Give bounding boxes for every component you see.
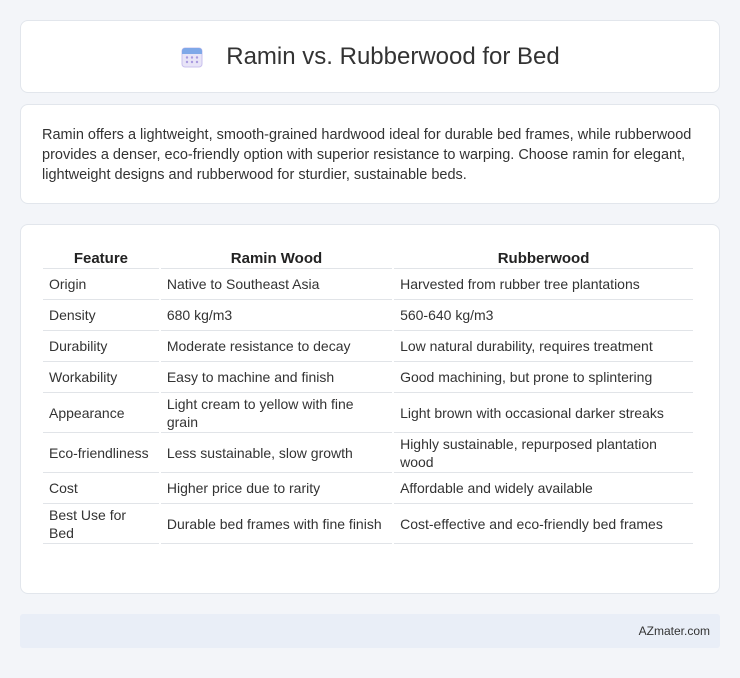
header-rubberwood: Rubberwood (394, 241, 693, 269)
rubberwood-cell: Harvested from rubber tree plantations (394, 269, 693, 300)
feature-cell: Workability (43, 362, 159, 393)
footer-brand: AZmater.com (638, 624, 710, 638)
header-card: Ramin vs. Rubberwood for Bed (20, 20, 720, 93)
calendar-icon (181, 47, 203, 67)
header-ramin: Ramin Wood (160, 241, 393, 269)
title-wrap: Ramin vs. Rubberwood for Bed (180, 43, 560, 71)
rubberwood-cell: 560-640 kg/m3 (394, 300, 693, 331)
page-title: Ramin vs. Rubberwood for Bed (226, 42, 560, 70)
ramin-cell: Light cream to yellow with fine grain (160, 393, 393, 433)
ramin-cell: Native to Southeast Asia (160, 269, 393, 300)
ramin-cell: 680 kg/m3 (160, 300, 393, 331)
feature-cell: Durability (43, 331, 159, 362)
table-row: Durability Moderate resistance to decay … (43, 331, 693, 362)
ramin-cell: Moderate resistance to decay (160, 331, 393, 362)
summary-card: Ramin offers a lightweight, smooth-grain… (20, 104, 720, 204)
ramin-cell: Higher price due to rarity (160, 473, 393, 504)
comparison-table: Feature Ramin Wood Rubberwood Origin Nat… (41, 241, 695, 544)
feature-cell: Origin (43, 269, 159, 300)
table-row: Appearance Light cream to yellow with fi… (43, 393, 693, 433)
table-row: Best Use for Bed Durable bed frames with… (43, 504, 693, 544)
rubberwood-cell: Cost-effective and eco-friendly bed fram… (394, 504, 693, 544)
rubberwood-cell: Low natural durability, requires treatme… (394, 331, 693, 362)
rubberwood-cell: Good machining, but prone to splintering (394, 362, 693, 393)
header-feature: Feature (43, 241, 159, 269)
feature-cell: Appearance (43, 393, 159, 433)
table-row: Density 680 kg/m3 560-640 kg/m3 (43, 300, 693, 331)
feature-cell: Best Use for Bed (43, 504, 159, 544)
table-header-row: Feature Ramin Wood Rubberwood (43, 241, 693, 269)
footer-bar: AZmater.com (20, 614, 720, 648)
table-row: Workability Easy to machine and finish G… (43, 362, 693, 393)
summary-text: Ramin offers a lightweight, smooth-grain… (42, 127, 692, 183)
table-row: Origin Native to Southeast Asia Harveste… (43, 269, 693, 300)
feature-cell: Cost (43, 473, 159, 504)
table-card: Feature Ramin Wood Rubberwood Origin Nat… (20, 224, 720, 594)
feature-cell: Eco-friendliness (43, 433, 159, 473)
rubberwood-cell: Highly sustainable, repurposed plantatio… (394, 433, 693, 473)
ramin-cell: Easy to machine and finish (160, 362, 393, 393)
table-row: Cost Higher price due to rarity Affordab… (43, 473, 693, 504)
rubberwood-cell: Affordable and widely available (394, 473, 693, 504)
feature-cell: Density (43, 300, 159, 331)
rubberwood-cell: Light brown with occasional darker strea… (394, 393, 693, 433)
table-row: Eco-friendliness Less sustainable, slow … (43, 433, 693, 473)
ramin-cell: Durable bed frames with fine finish (160, 504, 393, 544)
ramin-cell: Less sustainable, slow growth (160, 433, 393, 473)
